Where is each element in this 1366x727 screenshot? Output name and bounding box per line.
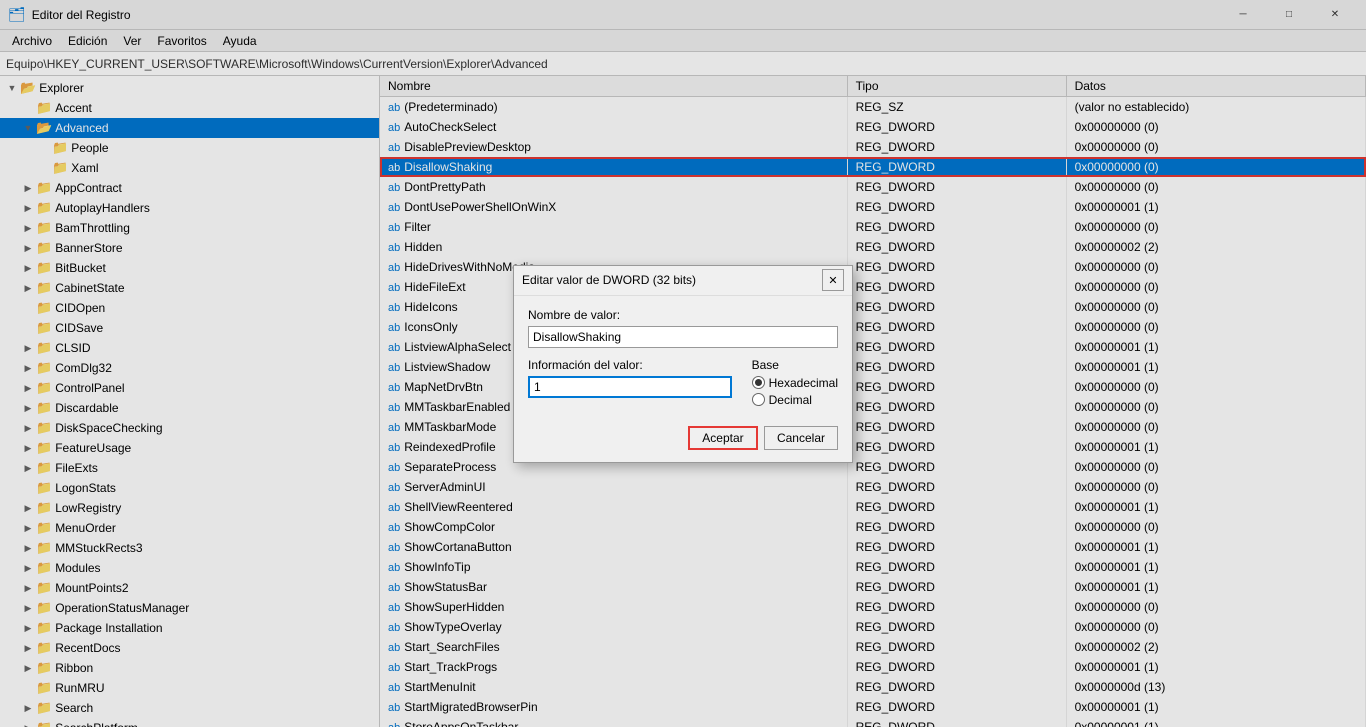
modal-value-label: Información del valor: — [528, 358, 732, 372]
modal-value-input[interactable] — [528, 376, 732, 398]
radio-hex-option[interactable]: Hexadecimal — [752, 376, 838, 390]
radio-hex-circle — [752, 376, 765, 389]
radio-dec-circle — [752, 393, 765, 406]
modal-title-bar: Editar valor de DWORD (32 bits) ✕ — [514, 266, 852, 296]
modal-close-button[interactable]: ✕ — [822, 269, 844, 291]
modal-title: Editar valor de DWORD (32 bits) — [522, 273, 696, 287]
radio-dec-label: Decimal — [769, 393, 812, 407]
dword-dialog: Editar valor de DWORD (32 bits) ✕ Nombre… — [513, 265, 853, 463]
modal-body: Nombre de valor: Información del valor: … — [514, 296, 852, 462]
cancel-button[interactable]: Cancelar — [764, 426, 838, 450]
modal-name-label: Nombre de valor: — [528, 308, 838, 322]
modal-base-section: Base Hexadecimal Decimal — [752, 358, 838, 410]
modal-base-label: Base — [752, 358, 838, 372]
modal-buttons: Aceptar Cancelar — [528, 422, 838, 450]
modal-value-section: Información del valor: — [528, 358, 732, 398]
modal-overlay: Editar valor de DWORD (32 bits) ✕ Nombre… — [0, 0, 1366, 727]
radio-hex-label: Hexadecimal — [769, 376, 838, 390]
ok-button[interactable]: Aceptar — [688, 426, 758, 450]
radio-dec-option[interactable]: Decimal — [752, 393, 838, 407]
modal-row: Información del valor: Base Hexadecimal … — [528, 358, 838, 410]
modal-name-input[interactable] — [528, 326, 838, 348]
